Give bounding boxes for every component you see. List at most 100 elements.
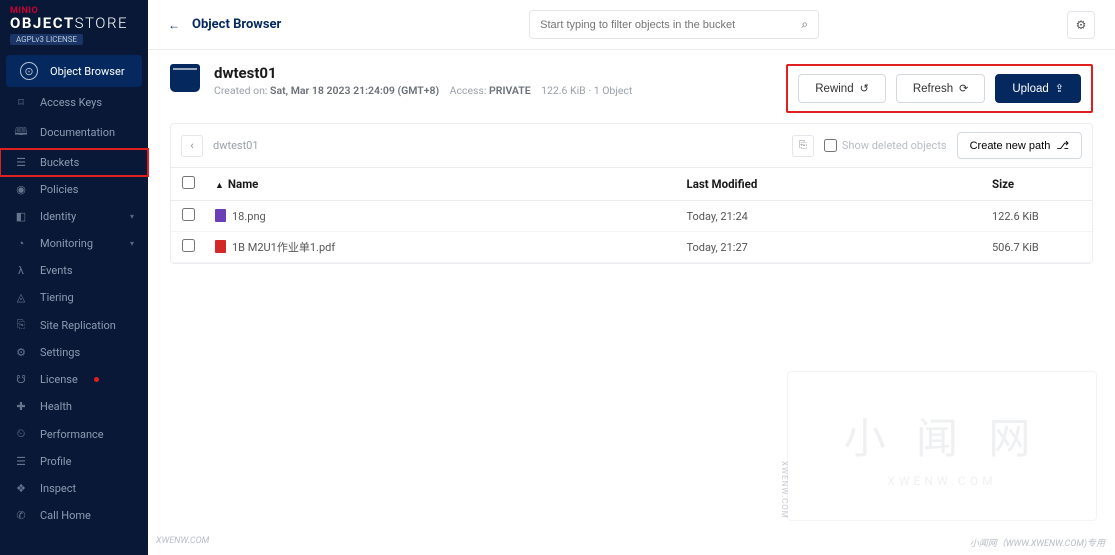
bucket-icon xyxy=(170,64,200,92)
bucket-meta: Created on: Sat, Mar 18 2023 21:24:09 (G… xyxy=(214,84,632,97)
nav-label: Call Home xyxy=(40,509,91,522)
col-size[interactable]: Size xyxy=(982,168,1092,201)
nav-label: Site Replication xyxy=(40,319,116,332)
nav-icon: ⌑ xyxy=(14,96,28,109)
nav-label: Inspect xyxy=(40,482,76,495)
copy-path-button[interactable]: ⎘ xyxy=(792,135,814,157)
page-title: Object Browser xyxy=(192,17,281,32)
upload-icon: ⇪ xyxy=(1055,82,1064,95)
copy-icon: ⎘ xyxy=(799,140,807,151)
nav-label: Performance xyxy=(40,428,104,441)
nav-icon: ☋ xyxy=(14,373,28,386)
upload-button[interactable]: Upload⇪ xyxy=(995,74,1081,103)
nav-icon: ☰ xyxy=(14,156,28,169)
nav-icon: ◔ xyxy=(14,237,28,250)
table-row[interactable]: 1B M2U1作业单1.pdfToday, 21:27506.7 KiB xyxy=(171,232,1092,263)
sidebar-item-health[interactable]: ✚ Health xyxy=(0,393,148,420)
object-table: ▲Name Last Modified Size 18.pngToday, 21… xyxy=(171,168,1092,263)
nav-icon: ☰ xyxy=(14,455,28,468)
chevron-down-icon: ▾ xyxy=(130,239,134,248)
search-input[interactable] xyxy=(540,19,801,31)
nav-label: Profile xyxy=(40,455,71,468)
sidebar-item-buckets[interactable]: ☰ Buckets xyxy=(0,149,148,176)
nav-icon: ⎘ xyxy=(14,318,28,332)
nav-label: Buckets xyxy=(40,156,79,169)
sidebar-item-access-keys[interactable]: ⌑Access Keys xyxy=(0,89,148,116)
sidebar-item-performance[interactable]: ⏲ Performance xyxy=(0,420,148,448)
nav-icon: ◬ xyxy=(14,291,28,304)
nav-icon: ❖ xyxy=(14,482,28,495)
sidebar-item-inspect[interactable]: ❖ Inspect xyxy=(0,475,148,502)
cell-name: 1B M2U1作业单1.pdf xyxy=(205,232,676,263)
sidebar-item-profile[interactable]: ☰ Profile xyxy=(0,448,148,475)
row-checkbox[interactable] xyxy=(182,239,195,252)
bucket-header: dwtest01 Created on: Sat, Mar 18 2023 21… xyxy=(148,50,1115,123)
cell-modified: Today, 21:27 xyxy=(676,232,982,263)
breadcrumb-back-button[interactable]: ‹ xyxy=(181,135,203,157)
nav-label: Health xyxy=(40,400,72,413)
sidebar-item-policies[interactable]: ◉ Policies xyxy=(0,176,148,203)
nav-icon: ⚙ xyxy=(14,346,28,359)
nav-icon: ⏲ xyxy=(14,427,28,441)
refresh-icon: ⟳ xyxy=(959,82,968,95)
table-toolbar: ‹ dwtest01 ⎘ Show deleted objects Create… xyxy=(171,124,1092,168)
table-row[interactable]: 18.pngToday, 21:24122.6 KiB xyxy=(171,201,1092,232)
col-name[interactable]: ▲Name xyxy=(205,168,676,201)
sidebar-item-tiering[interactable]: ◬ Tiering xyxy=(0,284,148,311)
sidebar-item-identity[interactable]: ◧ Identity ▾ xyxy=(0,203,148,230)
bucket-actions: Rewind↺ Refresh⟳ Upload⇪ xyxy=(786,64,1093,113)
sidebar-item-documentation[interactable]: 🕮Documentation xyxy=(0,116,148,149)
nav-label: Policies xyxy=(40,183,78,196)
row-checkbox[interactable] xyxy=(182,208,195,221)
bucket-info: dwtest01 Created on: Sat, Mar 18 2023 21… xyxy=(214,64,632,97)
select-all-header[interactable] xyxy=(171,168,205,201)
sidebar-item-site-replication[interactable]: ⎘ Site Replication xyxy=(0,311,148,339)
sidebar-item-object-browser[interactable]: ⊙ Object Browser xyxy=(6,55,142,87)
col-modified[interactable]: Last Modified xyxy=(676,168,982,201)
back-arrow-icon[interactable]: ← xyxy=(168,18,180,32)
license-badge: AGPLv3 LICENSE xyxy=(10,34,83,45)
file-icon xyxy=(215,240,226,253)
cell-modified: Today, 21:24 xyxy=(676,201,982,232)
search-icon: ⌕ xyxy=(801,17,808,32)
sidebar: MINIO OBJECTSTORE AGPLv3 LICENSE ⊙ Object… xyxy=(0,0,148,555)
logo-product: OBJECTSTORE xyxy=(10,16,138,31)
nav-label: License xyxy=(40,373,78,386)
main: ← Object Browser ⌕ ⚙ dwtest01 Created on… xyxy=(148,0,1115,555)
nav-label: Object Browser xyxy=(50,65,125,78)
sidebar-item-settings[interactable]: ⚙Settings xyxy=(0,339,148,366)
chevron-down-icon: ▾ xyxy=(130,212,134,221)
watermark-box: 小 闻 网 XWENW.COM xyxy=(787,371,1097,521)
sidebar-item-monitoring[interactable]: ◔Monitoring▾ xyxy=(0,230,148,257)
gear-icon: ⚙ xyxy=(1076,18,1087,32)
nav-icon: ✚ xyxy=(14,400,28,413)
show-deleted-toggle[interactable]: Show deleted objects xyxy=(824,139,947,152)
watermark-strip: XWENW.COM 小闻网（WWW.XWENW.COM)专用 xyxy=(156,536,1105,549)
nav-label: Identity xyxy=(40,210,76,223)
create-path-button[interactable]: Create new path⎇ xyxy=(957,132,1082,159)
topbar: ← Object Browser ⌕ ⚙ xyxy=(148,0,1115,50)
show-deleted-checkbox[interactable] xyxy=(824,139,837,152)
cell-size: 506.7 KiB xyxy=(982,232,1092,263)
sidebar-item-events[interactable]: λ Events xyxy=(0,257,148,284)
settings-button[interactable]: ⚙ xyxy=(1067,11,1095,39)
nav-label: Events xyxy=(40,264,73,277)
logo: MINIO OBJECTSTORE AGPLv3 LICENSE xyxy=(0,0,148,49)
sort-asc-icon: ▲ xyxy=(215,181,224,191)
nav-label: Tiering xyxy=(40,291,74,304)
cell-name: 18.png xyxy=(205,201,676,232)
table-wrap: ‹ dwtest01 ⎘ Show deleted objects Create… xyxy=(170,123,1093,264)
nav-icon: λ xyxy=(14,264,28,277)
cell-size: 122.6 KiB xyxy=(982,201,1092,232)
refresh-button[interactable]: Refresh⟳ xyxy=(896,74,986,103)
select-all-checkbox[interactable] xyxy=(182,176,195,189)
notification-dot xyxy=(94,377,99,382)
nav-icon: ⊙ xyxy=(20,62,38,80)
sidebar-item-license[interactable]: ☋ License xyxy=(0,366,148,393)
search-input-wrap[interactable]: ⌕ xyxy=(529,10,819,39)
rewind-button[interactable]: Rewind↺ xyxy=(798,74,886,103)
nav-icon: ✆ xyxy=(14,509,28,522)
nav-icon: ◧ xyxy=(14,210,28,223)
sidebar-item-call-home[interactable]: ✆ Call Home xyxy=(0,502,148,529)
nav-icon: ◉ xyxy=(14,183,28,196)
